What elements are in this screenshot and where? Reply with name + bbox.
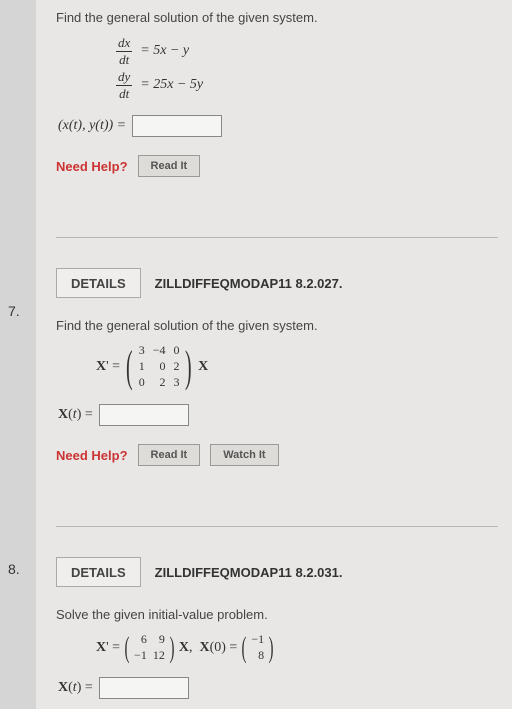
problem-6: Find the general solution of the given s… <box>56 10 498 238</box>
eq1-den: dt <box>117 52 131 68</box>
question-number-7: 7. <box>8 303 20 319</box>
m02: 0 <box>173 343 179 358</box>
source-ref: ZILLDIFFEQMODAP11 8.2.027. <box>155 276 343 291</box>
v1: 8 <box>251 648 264 663</box>
prompt-text: Find the general solution of the given s… <box>56 10 498 25</box>
question-number-8: 8. <box>8 561 20 577</box>
source-ref: ZILLDIFFEQMODAP11 8.2.031. <box>155 565 343 580</box>
v0: −1 <box>251 632 264 647</box>
eq1-rhs: = 5x − y <box>140 43 189 60</box>
eq2-num: dy <box>116 69 132 86</box>
matrix-equation: X' = ( 3 −4 0 1 0 2 0 2 3 ) X <box>96 343 498 390</box>
answer-input[interactable] <box>99 404 189 426</box>
matrix-equation: X' = ( 6 9 −1 12 ) X, X(0) = ( −1 8 ) <box>96 632 498 663</box>
equation-block: dx dt = 5x − y dy dt = 25x − 5y <box>116 35 498 101</box>
answer-input[interactable] <box>132 115 222 137</box>
problem-8: DETAILS ZILLDIFFEQMODAP11 8.2.031. Solve… <box>56 557 498 709</box>
answer-input[interactable] <box>99 677 189 699</box>
need-help-label: Need Help? <box>56 448 128 463</box>
m20: 0 <box>139 375 145 390</box>
read-it-button[interactable]: Read It <box>138 155 201 177</box>
eq1-num: dx <box>116 35 132 52</box>
details-button[interactable]: DETAILS <box>56 557 141 587</box>
m01: −4 <box>153 343 166 358</box>
m00: 3 <box>139 343 145 358</box>
m00: 6 <box>134 632 147 647</box>
answer-label: X(t) = <box>58 680 93 696</box>
m11: 12 <box>153 648 165 663</box>
answer-label: (x(t), y(t)) = <box>58 118 126 134</box>
problem-7: DETAILS ZILLDIFFEQMODAP11 8.2.027. Find … <box>56 268 498 527</box>
m01: 9 <box>153 632 165 647</box>
m12: 2 <box>173 359 179 374</box>
prompt-text: Solve the given initial-value problem. <box>56 607 498 622</box>
details-button[interactable]: DETAILS <box>56 268 141 298</box>
eq2-den: dt <box>117 86 131 102</box>
watch-it-button[interactable]: Watch It <box>210 444 278 466</box>
x-trail: X <box>198 359 208 375</box>
m10: 1 <box>139 359 145 374</box>
prompt-text: Find the general solution of the given s… <box>56 318 498 333</box>
m22: 3 <box>173 375 179 390</box>
read-it-button[interactable]: Read It <box>138 444 201 466</box>
m10: −1 <box>134 648 147 663</box>
answer-label: X(t) = <box>58 407 93 423</box>
m21: 2 <box>153 375 166 390</box>
eq2-rhs: = 25x − 5y <box>140 77 203 94</box>
need-help-label: Need Help? <box>56 159 128 174</box>
m11: 0 <box>153 359 166 374</box>
